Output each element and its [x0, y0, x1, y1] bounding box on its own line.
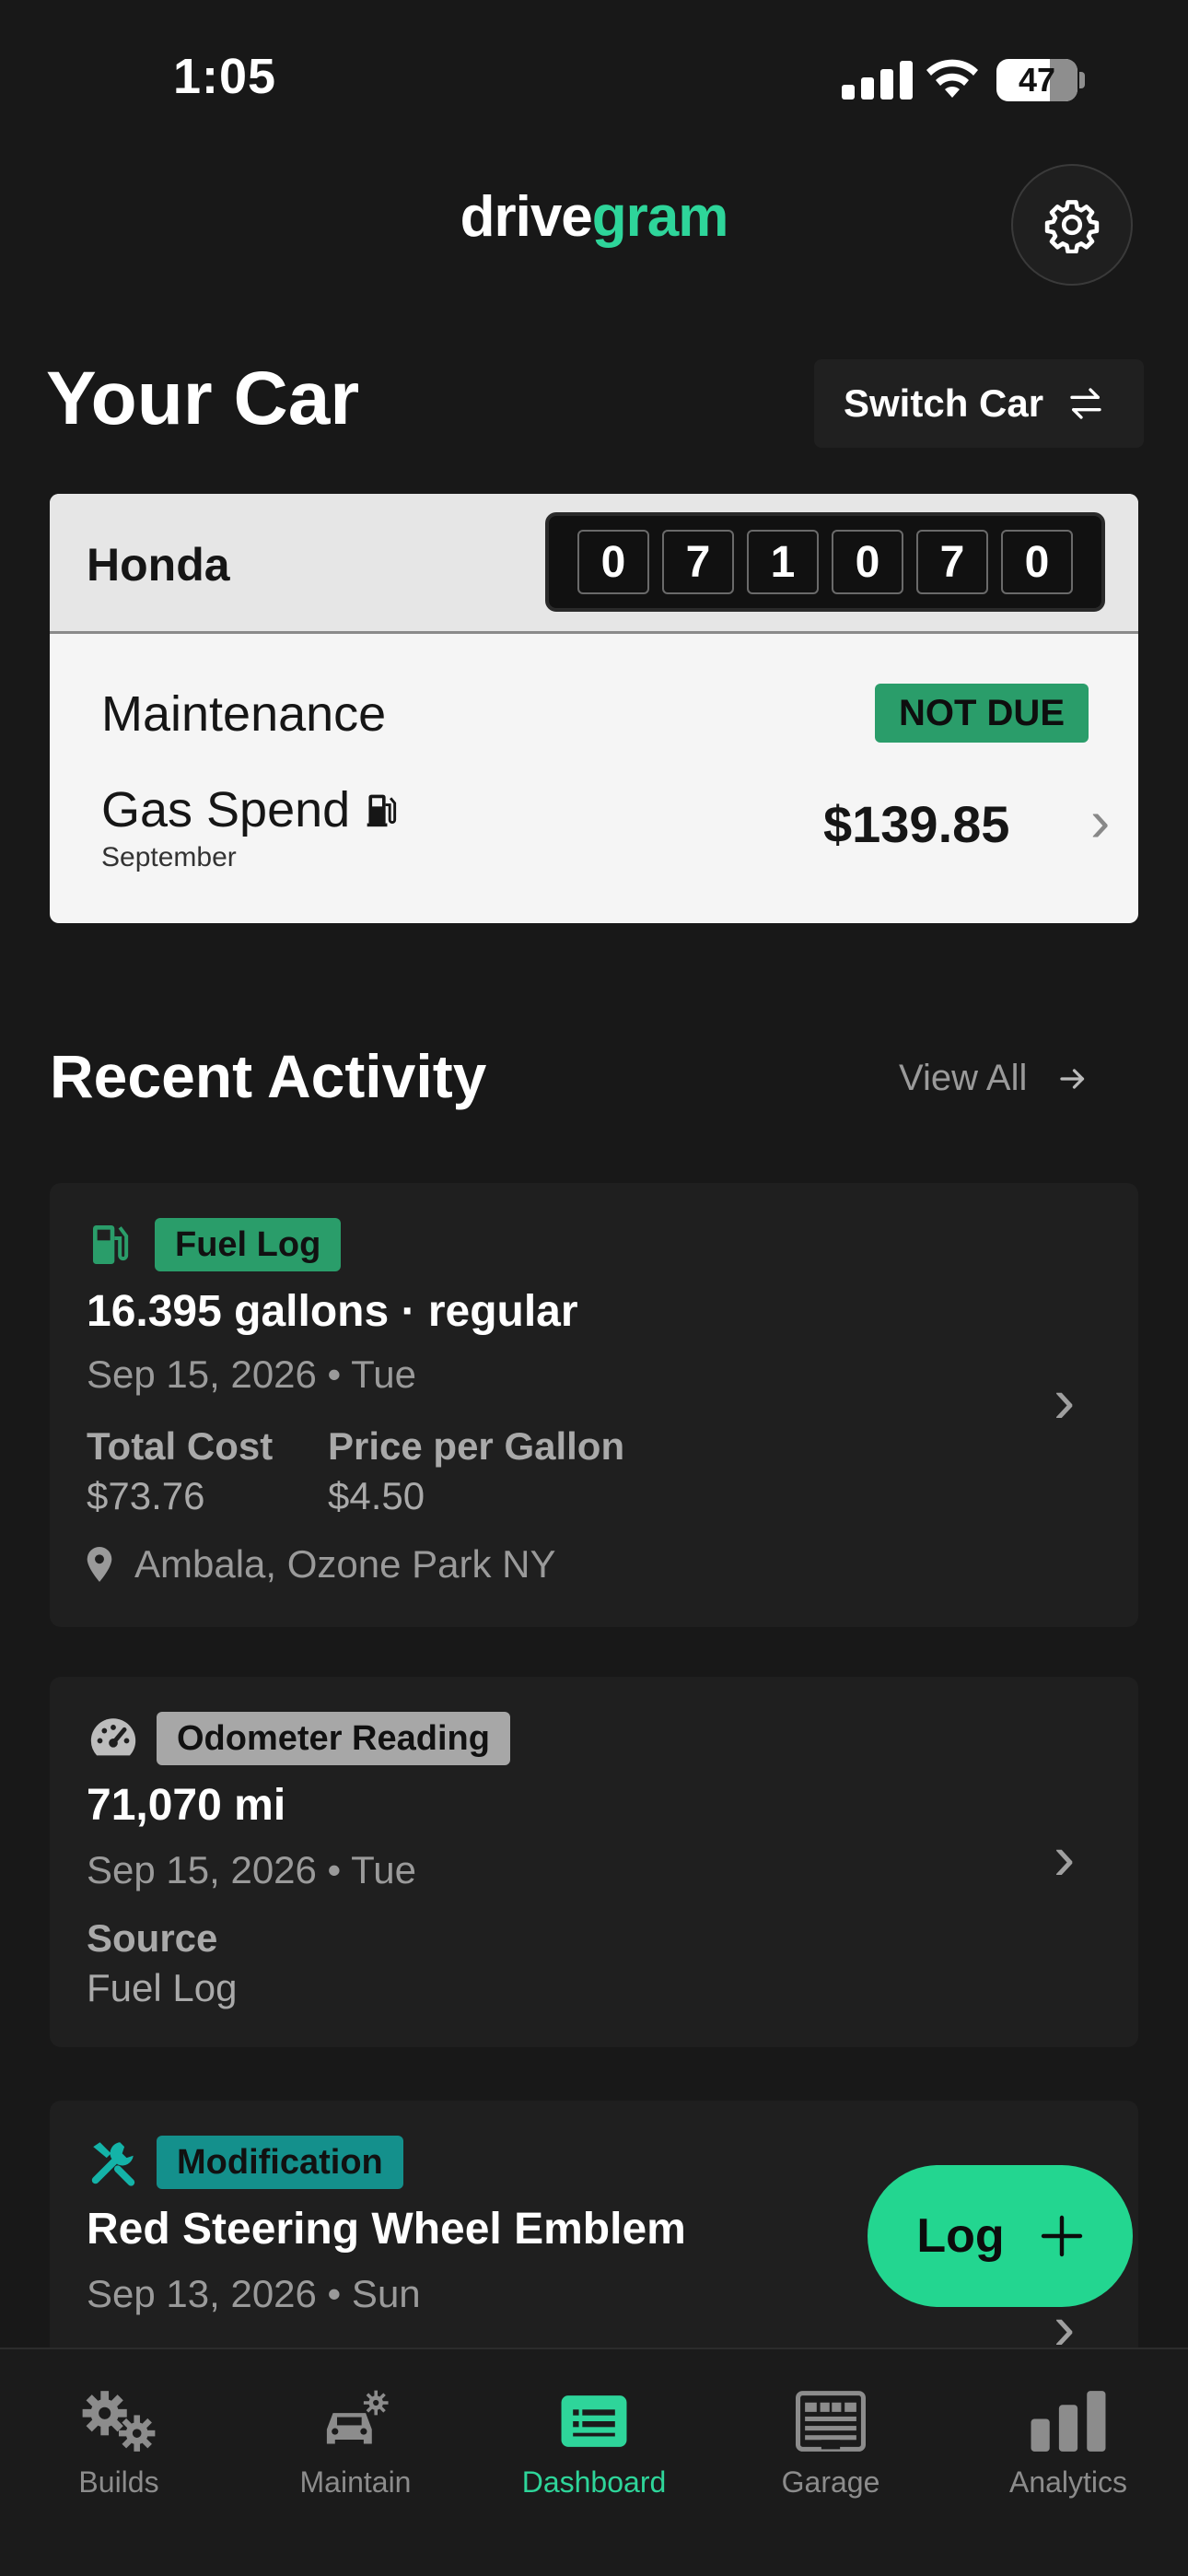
gas-spend-month: September [101, 842, 237, 872]
odometer-digit: 7 [916, 530, 988, 594]
activity-date: Sep 15, 2026 • Tue [87, 1352, 416, 1396]
maintenance-label: Maintenance [101, 686, 387, 742]
source-value: Fuel Log [87, 1966, 238, 2009]
app-logo: drivegram [0, 184, 1188, 250]
tab-analytics[interactable]: Analytics [976, 2383, 1160, 2500]
wifi-icon [926, 59, 978, 98]
activity-title: 71,070 mi [87, 1781, 286, 1830]
battery-icon: 47 [996, 59, 1077, 101]
status-time: 1:05 [173, 49, 277, 104]
activity-location: Ambala, Ozone Park NY [87, 1542, 556, 1587]
status-bar: 1:05 47 [0, 0, 1188, 147]
battery-level: 47 [1018, 61, 1056, 99]
page-title: Your Car [46, 357, 360, 440]
logo-part-drive: drive [460, 185, 593, 249]
tab-garage[interactable]: Garage [739, 2383, 923, 2500]
gears-icon [82, 2391, 156, 2452]
car-card-header: Honda 0 7 1 0 7 0 [50, 494, 1138, 634]
location-pin-icon [87, 1547, 112, 1582]
maintenance-status-badge: NOT DUE [875, 684, 1089, 743]
total-cost-label: Total Cost [87, 1424, 274, 1468]
fuel-log-tag: Fuel Log [155, 1218, 342, 1271]
odometer-digit: 7 [662, 530, 734, 594]
tab-label: Garage [781, 2465, 880, 2499]
gas-spend-text: Gas Spend [101, 782, 351, 837]
activity-date: Sep 15, 2026 • Tue [87, 1848, 416, 1891]
plus-icon [1041, 2215, 1082, 2257]
recent-activity-title: Recent Activity [50, 1042, 487, 1110]
gear-icon [1044, 200, 1100, 253]
price-per-gallon-label: Price per Gallon [328, 1424, 625, 1468]
log-button[interactable]: Log [868, 2165, 1133, 2307]
switch-car-button[interactable]: Switch Car [814, 359, 1144, 448]
battery-tip [1079, 72, 1085, 88]
odometer-reading-tag: Odometer Reading [157, 1712, 510, 1765]
car-summary-card[interactable]: Honda 0 7 1 0 7 0 Maintenance NOT DUE Ga… [50, 494, 1138, 923]
activity-tag-row: Fuel Log [87, 1218, 342, 1271]
source-label: Source [87, 1916, 218, 1960]
price-per-gallon-value: $4.50 [328, 1474, 425, 1517]
odometer-digit: 0 [1001, 530, 1073, 594]
activity-date: Sep 13, 2026 • Sun [87, 2272, 421, 2315]
arrow-right-icon [1060, 1068, 1085, 1089]
gas-spend-amount: $139.85 [823, 795, 1010, 853]
switch-car-label: Switch Car [844, 381, 1044, 425]
logo-part-gram: gram [591, 185, 729, 249]
chevron-right-icon: › [1054, 1364, 1076, 1436]
fuel-pump-icon [93, 1225, 129, 1264]
cellular-signal-icon [842, 59, 913, 100]
swap-arrows-icon [1070, 388, 1101, 419]
odometer-digit: 1 [747, 530, 819, 594]
tab-maintain[interactable]: Maintain [263, 2383, 448, 2500]
gas-pump-icon [367, 794, 397, 827]
location-text: Ambala, Ozone Park NY [134, 1542, 556, 1586]
odometer-digit: 0 [832, 530, 903, 594]
dashboard-list-icon [561, 2395, 627, 2447]
modification-tag: Modification [157, 2136, 403, 2189]
chevron-right-icon: › [1054, 1821, 1076, 1893]
activity-title: Red Steering Wheel Emblem [87, 2205, 686, 2254]
garage-icon [796, 2391, 866, 2452]
car-gear-icon [326, 2390, 389, 2444]
odometer-display: 0 7 1 0 7 0 [545, 512, 1105, 612]
bar-chart-icon [1031, 2391, 1106, 2452]
activity-card-odometer[interactable]: Odometer Reading 71,070 mi Sep 15, 2026 … [50, 1677, 1138, 2047]
settings-button[interactable] [1011, 164, 1133, 286]
odometer-digit: 0 [577, 530, 649, 594]
tab-label: Builds [78, 2465, 159, 2499]
log-button-label: Log [916, 2209, 1005, 2263]
tools-icon [91, 2142, 135, 2186]
activity-tag-row: Modification [87, 2136, 403, 2189]
chevron-right-icon: › [1090, 788, 1111, 854]
bottom-tab-bar: Builds Maintain Dashboard Garage Analyti… [0, 2348, 1188, 2576]
total-cost-value: $73.76 [87, 1474, 205, 1517]
car-name: Honda [87, 539, 230, 591]
gas-spend-label: Gas Spend [101, 781, 400, 838]
tab-label: Dashboard [521, 2465, 667, 2499]
tab-builds[interactable]: Builds [27, 2383, 211, 2500]
tab-label: Analytics [1008, 2465, 1128, 2499]
activity-tag-row: Odometer Reading [87, 1712, 510, 1765]
view-all-label: View All [899, 1058, 1028, 1098]
tab-label: Maintain [299, 2465, 412, 2499]
speedometer-icon [90, 1718, 136, 1756]
view-all-link[interactable]: View All [899, 1058, 1091, 1099]
tab-dashboard[interactable]: Dashboard [502, 2383, 686, 2500]
activity-card-fuel-log[interactable]: Fuel Log 16.395 gallons · regular Sep 15… [50, 1183, 1138, 1627]
activity-title: 16.395 gallons · regular [87, 1287, 578, 1336]
